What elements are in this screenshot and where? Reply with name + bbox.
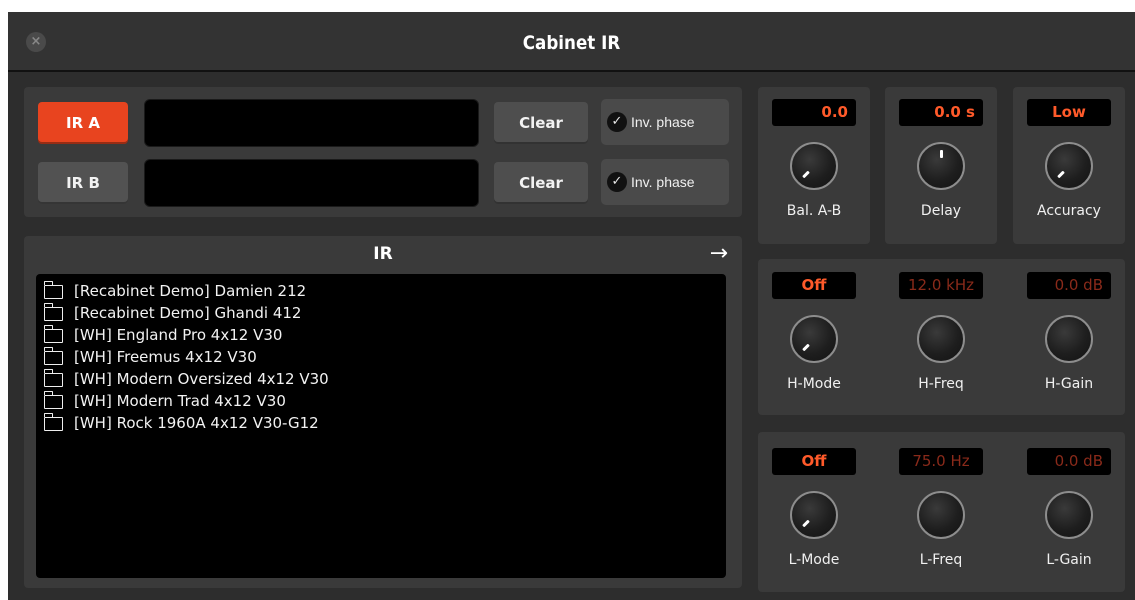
list-item-label: [WH] Rock 1960A 4x12 V30-G12 xyxy=(74,414,319,432)
l-freq-control: 75.0 Hz L-Freq xyxy=(885,448,997,588)
checkmark-icon: ✓ xyxy=(607,112,627,132)
ir-a-button[interactable]: IR A xyxy=(38,102,128,144)
checkmark-icon: ✓ xyxy=(607,172,627,192)
ir-b-clear-button[interactable]: Clear xyxy=(494,162,588,204)
folder-icon xyxy=(43,369,63,387)
h-mode-value: Off xyxy=(772,272,856,299)
h-gain-control: 0.0 dB H-Gain xyxy=(1013,272,1125,412)
delay-value: 0.0 s xyxy=(899,99,983,126)
window-title: Cabinet IR xyxy=(522,32,621,54)
h-mode-label: H-Mode xyxy=(787,376,841,392)
h-freq-knob[interactable] xyxy=(917,315,965,363)
knob-pointer xyxy=(939,150,943,158)
folder-icon xyxy=(43,303,63,321)
ir-a-file-field[interactable] xyxy=(144,99,479,147)
ir-b-inv-phase-toggle[interactable]: ✓ Inv. phase xyxy=(601,159,729,205)
ir-b-file-field[interactable] xyxy=(144,159,479,207)
h-mode-control: Off H-Mode xyxy=(758,272,870,412)
h-freq-control: 12.0 kHz H-Freq xyxy=(885,272,997,412)
l-mode-value: Off xyxy=(772,448,856,475)
l-freq-knob[interactable] xyxy=(917,491,965,539)
folder-icon xyxy=(43,347,63,365)
inv-phase-label: Inv. phase xyxy=(631,174,695,190)
balance-control: 0.0 Bal. A-B xyxy=(758,99,870,239)
title-bar: × Cabinet IR xyxy=(8,12,1135,72)
arrow-right-icon[interactable]: → xyxy=(710,236,728,272)
h-freq-label: H-Freq xyxy=(918,376,964,392)
list-item-label: [WH] Modern Trad 4x12 V30 xyxy=(74,392,286,410)
l-mode-label: L-Mode xyxy=(788,552,840,568)
delay-knob[interactable] xyxy=(917,142,965,190)
delay-panel: 0.0 s Delay xyxy=(885,87,997,244)
ir-b-button[interactable]: IR B xyxy=(38,162,128,204)
ir-browser-title: IR xyxy=(373,244,393,264)
ir-slots-panel: IR A Clear ✓ Inv. phase IR B Clear ✓ Inv… xyxy=(24,87,742,217)
accuracy-knob[interactable] xyxy=(1045,142,1093,190)
l-mode-control: Off L-Mode xyxy=(758,448,870,588)
close-icon[interactable]: × xyxy=(26,32,46,52)
h-freq-value: 12.0 kHz xyxy=(899,272,983,299)
ir-a-clear-button[interactable]: Clear xyxy=(494,102,588,144)
ir-file-list[interactable]: [Recabinet Demo] Damien 212 [Recabinet D… xyxy=(36,274,726,578)
l-freq-label: L-Freq xyxy=(919,552,963,568)
l-mode-knob[interactable] xyxy=(790,491,838,539)
l-gain-label: L-Gain xyxy=(1046,552,1092,568)
folder-icon xyxy=(43,325,63,343)
delay-label: Delay xyxy=(920,203,962,219)
knob-pointer xyxy=(801,170,810,179)
knob-pointer xyxy=(1056,170,1065,179)
high-filter-panel: Off H-Mode 12.0 kHz H-Freq 0.0 dB H-Gain xyxy=(758,259,1125,415)
ir-a-inv-phase-toggle[interactable]: ✓ Inv. phase xyxy=(601,99,729,145)
h-mode-knob[interactable] xyxy=(790,315,838,363)
h-gain-knob[interactable] xyxy=(1045,315,1093,363)
list-item-label: [WH] Freemus 4x12 V30 xyxy=(74,348,257,366)
l-gain-knob[interactable] xyxy=(1045,491,1093,539)
folder-icon xyxy=(43,391,63,409)
inv-phase-label: Inv. phase xyxy=(631,114,695,130)
h-gain-value: 0.0 dB xyxy=(1027,272,1111,299)
list-item-label: [Recabinet Demo] Damien 212 xyxy=(74,282,307,300)
knob-pointer xyxy=(801,519,810,528)
balance-value: 0.0 xyxy=(772,99,856,126)
low-filter-panel: Off L-Mode 75.0 Hz L-Freq 0.0 dB L-Gain xyxy=(758,432,1125,592)
accuracy-label: Accuracy xyxy=(1037,203,1101,219)
l-freq-value: 75.0 Hz xyxy=(899,448,983,475)
accuracy-panel: Low Accuracy xyxy=(1013,87,1125,244)
folder-icon xyxy=(43,413,63,431)
accuracy-value: Low xyxy=(1027,99,1111,126)
balance-label: Bal. A-B xyxy=(786,203,842,219)
delay-control: 0.0 s Delay xyxy=(885,99,997,239)
balance-knob[interactable] xyxy=(790,142,838,190)
list-item-label: [WH] England Pro 4x12 V30 xyxy=(74,326,283,344)
l-gain-control: 0.0 dB L-Gain xyxy=(1013,448,1125,588)
balance-panel: 0.0 Bal. A-B xyxy=(758,87,870,244)
list-item-label: [Recabinet Demo] Ghandi 412 xyxy=(74,304,302,322)
folder-icon xyxy=(43,281,63,299)
list-item-label: [WH] Modern Oversized 4x12 V30 xyxy=(74,370,329,388)
l-gain-value: 0.0 dB xyxy=(1027,448,1111,475)
accuracy-control: Low Accuracy xyxy=(1013,99,1125,239)
cabinet-ir-window: × Cabinet IR IR A Clear ✓ Inv. phase IR … xyxy=(8,12,1135,600)
ir-browser-panel: IR → [Recabinet Demo] Damien 212 [Recabi… xyxy=(24,236,742,588)
knob-pointer xyxy=(801,343,810,352)
h-gain-label: H-Gain xyxy=(1044,376,1094,392)
